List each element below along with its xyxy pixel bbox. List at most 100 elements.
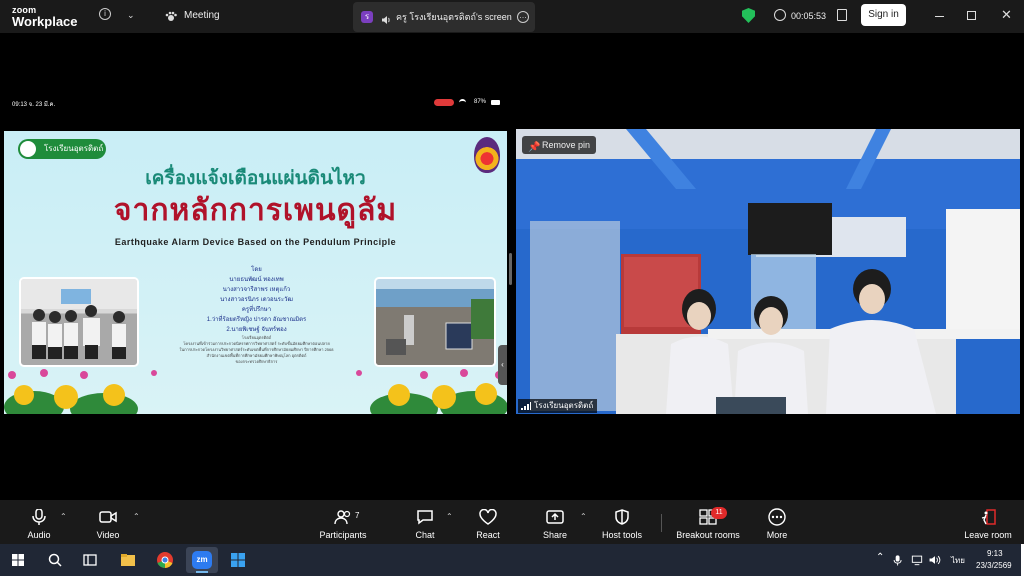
flower-decoration (4, 369, 507, 414)
chrome-icon[interactable] (156, 551, 174, 569)
speaker-icon (381, 12, 391, 24)
file-explorer-icon[interactable] (119, 551, 137, 569)
close-icon[interactable]: ✕ (1001, 8, 1012, 21)
device-photo (374, 277, 496, 367)
taskbar-time[interactable]: 9:13 (987, 549, 1003, 558)
react-label: React (476, 530, 500, 540)
school-tag-label: โรงเรียนอุตรดิตถ์ (44, 144, 104, 153)
remove-pin-button[interactable]: 📌 Remove pin (522, 136, 596, 154)
participant-name: โรงเรียนอุตรดิตถ์ (534, 401, 594, 410)
scroll-handle[interactable] (509, 253, 512, 285)
collapse-panel-handle[interactable]: ‹ (498, 345, 507, 385)
chevron-down-icon[interactable]: ⌄ (127, 9, 135, 21)
slide-title-line-2: จากหลักการเพนดูลัม (113, 194, 398, 227)
breakout-count-badge: 11 (711, 507, 727, 519)
search-icon[interactable] (46, 551, 64, 569)
toolbar-divider (661, 514, 662, 532)
sign-in-button[interactable]: Sign in (861, 4, 906, 26)
audio-button[interactable]: Audio (18, 500, 60, 544)
credit-line: 2.นายพิเชษฐ์ จันทร์พอง (226, 327, 287, 333)
audio-label: Audio (27, 530, 51, 540)
tablet-status-bar: 09:13 จ. 23 มี.ค. 87% (4, 95, 506, 109)
leave-room-button[interactable]: Leave room (962, 500, 1014, 544)
video-camera-icon (99, 511, 117, 523)
active-app-indicator (196, 571, 208, 573)
video-label: Video (96, 530, 120, 540)
audio-options-caret-icon[interactable]: ⌃ (60, 512, 67, 521)
credit-small-line: ของกระทรวงศึกษาธิการ (235, 359, 278, 364)
pinned-video-tile[interactable]: 📌 Remove pin โรงเรียนอุตรดิตถ์ (516, 129, 1020, 414)
participants-count: 7 (355, 511, 360, 520)
host-tools-button[interactable]: Host tools (598, 500, 646, 544)
video-button[interactable]: Video (87, 500, 129, 544)
chat-label: Chat (415, 530, 435, 540)
shared-screen: 09:13 จ. 23 มี.ค. 87% โรงเรียนอุตรดิตถ์ … (4, 95, 507, 415)
share-label: Share (542, 530, 568, 540)
chat-button[interactable]: Chat (405, 500, 445, 544)
view-toggle-icon[interactable] (837, 9, 847, 21)
zoom-app-icon: zm (192, 551, 212, 569)
share-screen-icon (546, 510, 564, 524)
restore-icon[interactable] (967, 11, 976, 20)
meeting-icon (165, 10, 177, 22)
more-icon (768, 508, 786, 526)
host-tools-label: Host tools (601, 530, 643, 540)
wifi-icon (459, 99, 466, 106)
credit-line: นายธนพัฒน์ ทองเทพ (229, 277, 284, 283)
credit-line: ครูที่ปรึกษา (241, 307, 272, 313)
clock-icon (774, 9, 786, 21)
task-view-icon[interactable] (81, 551, 99, 569)
input-language[interactable]: ไทย (951, 554, 965, 567)
zoom-taskbar-app[interactable]: zm (186, 547, 218, 573)
encryption-shield-icon[interactable] (742, 8, 755, 23)
slide-credits: โดย นายธนพัฒน์ ทองเทพ นางสาวจารีสาพร เหต… (164, 265, 349, 365)
windows-taskbar: zm ⌃ ไทย 9:13 23/3/2569 (0, 544, 1024, 576)
more-label: More (766, 530, 788, 540)
participant-name-tag: โรงเรียนอุตรดิตถ์ (518, 399, 598, 413)
title-bar: zoom Workplace i ⌄ Meeting ร ครู โรงเรีย… (0, 0, 1024, 33)
school-tag: โรงเรียนอุตรดิตถ์ (18, 139, 106, 159)
minimize-icon[interactable] (935, 16, 944, 17)
info-icon[interactable]: i (99, 8, 111, 20)
signal-strength-icon (521, 402, 531, 410)
meeting-toolbar: Audio ⌃ Video ⌃ Participants 7 Chat ⌃ Re… (0, 500, 1024, 544)
share-button[interactable]: Share (535, 500, 575, 544)
share-options-caret-icon[interactable]: ⌃ (580, 512, 587, 521)
volume-icon[interactable] (928, 551, 942, 569)
meeting-timer: 00:05:53 (791, 11, 827, 21)
students-photo (19, 277, 139, 367)
screen-share-indicator[interactable]: ร ครู โรงเรียนอุตรดิตถ์'s screen … (353, 2, 535, 32)
leave-icon (981, 509, 996, 525)
microphone-icon (32, 509, 46, 525)
meeting-label: Meeting (184, 10, 220, 21)
battery-level: 87% (474, 99, 487, 105)
taskbar-date[interactable]: 23/3/2569 (976, 561, 1012, 570)
windows-start-icon[interactable] (9, 551, 27, 569)
slide-subtitle: Earthquake Alarm Device Based on the Pen… (114, 237, 397, 247)
video-options-caret-icon[interactable]: ⌃ (133, 512, 140, 521)
more-button[interactable]: More (757, 500, 797, 544)
battery-icon (491, 100, 500, 105)
presentation-slide: โรงเรียนอุตรดิตถ์ เครื่องแจ้งเตือนแผ่นดิ… (4, 131, 507, 414)
app-grid-icon[interactable] (229, 551, 247, 569)
leave-room-label: Leave room (964, 530, 1012, 540)
participants-icon (334, 510, 351, 525)
participants-button[interactable]: Participants (318, 500, 368, 544)
recording-indicator (434, 99, 454, 106)
network-icon[interactable] (910, 551, 924, 569)
tray-microphone-icon[interactable] (891, 551, 905, 569)
more-options-icon[interactable]: … (517, 11, 529, 23)
breakout-rooms-label: Breakout rooms (676, 530, 740, 540)
react-button[interactable]: React (468, 500, 508, 544)
heart-icon (479, 509, 497, 525)
chat-icon (417, 510, 433, 525)
breakout-rooms-button[interactable]: 11 Breakout rooms (675, 500, 741, 544)
credit-line: โดย (251, 267, 262, 273)
sharer-avatar: ร (361, 11, 373, 23)
status-time: 09:13 จ. 23 มี.ค. (12, 102, 56, 108)
tray-chevron-icon[interactable]: ⌃ (876, 552, 884, 563)
credit-line: 1.ว่าที่ร้อยตรีหญิง ปารดา อัณชาณมิตร (206, 317, 307, 323)
credit-line: นางสาวจารีสาพร เหตุแก้ว (222, 287, 291, 293)
chat-options-caret-icon[interactable]: ⌃ (446, 512, 453, 521)
classroom-video-feed (516, 129, 1020, 414)
